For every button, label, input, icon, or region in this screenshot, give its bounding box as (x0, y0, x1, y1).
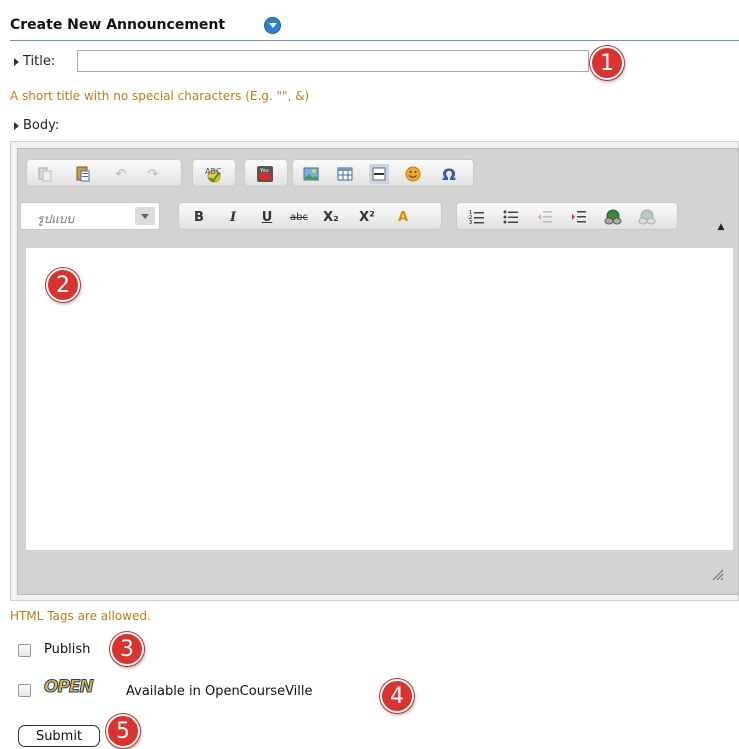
toolbar-group-clipboard: ↶ ↷ (26, 159, 182, 187)
collapse-toolbar-icon[interactable]: ▲ (714, 220, 728, 234)
body-label: Body: (14, 118, 59, 133)
expand-down-icon[interactable] (264, 17, 281, 34)
redo-icon[interactable]: ↷ (143, 164, 163, 184)
horizontal-rule-icon[interactable] (369, 164, 389, 184)
superscript-button[interactable]: X² (357, 207, 377, 227)
triangle-right-icon (14, 121, 19, 130)
strikethrough-button[interactable]: abc (289, 207, 309, 227)
open-logo: OPEN (44, 677, 95, 698)
table-icon[interactable] (335, 164, 355, 184)
paste-word-icon[interactable] (73, 164, 93, 184)
unlink-icon[interactable] (637, 207, 657, 227)
title-label-text: Title: (23, 54, 56, 69)
callout-badge-5: 5 (106, 714, 140, 748)
numbered-list-icon[interactable]: 123 (467, 207, 487, 227)
opencourse-checkbox[interactable] (18, 684, 31, 697)
text-color-button[interactable]: A (393, 207, 413, 227)
svg-text:ABC: ABC (205, 167, 222, 176)
publish-label: Publish (44, 642, 91, 657)
callout-badge-1: 1 (590, 46, 624, 80)
opencourse-label: Available in OpenCourseVille (126, 684, 313, 699)
callout-badge-4: 4 (380, 679, 414, 713)
svg-text:3: 3 (469, 220, 472, 225)
format-placeholder: รูปแบบ (37, 212, 75, 226)
subscript-button[interactable]: X₂ (321, 207, 341, 227)
outdent-icon[interactable] (535, 207, 555, 227)
html-allowed-note: HTML Tags are allowed. (10, 609, 151, 623)
special-char-icon[interactable]: Ω (439, 164, 459, 184)
svg-text:You: You (259, 168, 269, 174)
spellcheck-icon[interactable]: ABC (203, 164, 223, 184)
format-select[interactable]: รูปแบบ (20, 202, 160, 230)
toolbar-group-media: You (244, 159, 288, 187)
toolbar-group-format: B I U abc X₂ X² A (178, 202, 442, 230)
paste-icon[interactable] (35, 164, 55, 184)
title-hint: A short title with no special characters… (10, 89, 310, 103)
body-label-text: Body: (23, 118, 60, 133)
italic-button[interactable]: I (223, 207, 243, 227)
toolbar-group-spell: ABC (192, 159, 236, 187)
resize-handle-icon[interactable] (710, 566, 724, 581)
triangle-right-icon (14, 57, 19, 66)
bulleted-list-icon[interactable] (501, 207, 521, 227)
callout-badge-2: 2 (46, 268, 80, 302)
submit-button[interactable]: Submit (18, 725, 100, 747)
indent-icon[interactable] (569, 207, 589, 227)
toolbar-group-lists: 123 (456, 202, 678, 230)
section-header: Create New Announcement (10, 14, 739, 41)
youtube-icon[interactable]: You (255, 164, 275, 184)
editor-content-area[interactable] (26, 248, 733, 550)
title-label: Title: (14, 54, 55, 69)
image-icon[interactable] (301, 164, 321, 184)
link-icon[interactable] (603, 207, 623, 227)
chevron-down-icon[interactable] (135, 207, 155, 225)
smiley-icon[interactable] (403, 164, 423, 184)
toolbar-group-insert: Ω (292, 159, 474, 187)
page-title: Create New Announcement (10, 17, 226, 33)
bold-button[interactable]: B (189, 207, 209, 227)
publish-checkbox[interactable] (18, 644, 31, 657)
title-input[interactable] (77, 50, 589, 72)
undo-icon[interactable]: ↶ (111, 164, 131, 184)
callout-badge-3: 3 (110, 632, 144, 666)
underline-button[interactable]: U (257, 207, 277, 227)
